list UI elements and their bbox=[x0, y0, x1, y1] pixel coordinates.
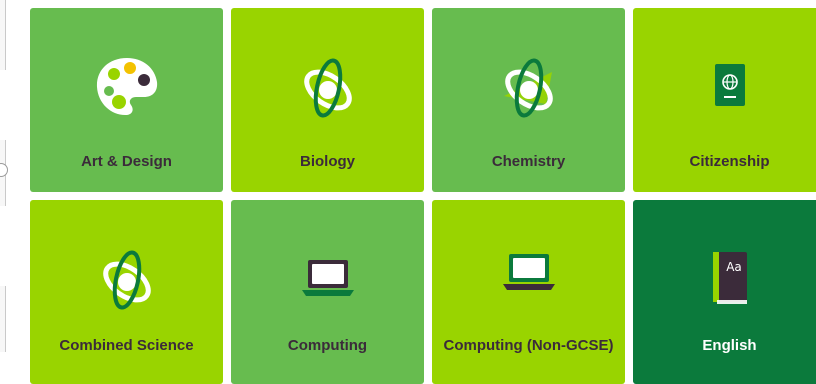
subject-label: English bbox=[702, 337, 757, 354]
book-icon: Aa bbox=[712, 252, 747, 304]
subject-label: Computing (Non-GCSE) bbox=[443, 337, 614, 354]
subject-label: Art & Design bbox=[81, 153, 172, 170]
subject-grid: Art & Design Biology Chemistry Citizensh… bbox=[30, 8, 816, 384]
subject-tile-computing-non-gcse[interactable]: Computing (Non-GCSE) bbox=[432, 200, 625, 384]
laptop-icon bbox=[301, 260, 354, 296]
palette-icon bbox=[96, 58, 157, 116]
subject-tile-combined-science[interactable]: Combined Science bbox=[30, 200, 223, 384]
subject-tile-art-design[interactable]: Art & Design bbox=[30, 8, 223, 192]
partial-field bbox=[0, 286, 6, 352]
partial-field bbox=[0, 0, 6, 70]
subject-tile-computing[interactable]: Computing bbox=[231, 200, 424, 384]
left-partial-panel bbox=[0, 0, 26, 381]
atom-icon bbox=[303, 58, 352, 118]
svg-text:Aa: Aa bbox=[726, 260, 742, 274]
atom-icon bbox=[503, 58, 553, 118]
subject-tile-english[interactable]: Aa English bbox=[633, 200, 816, 384]
laptop-icon bbox=[502, 254, 555, 290]
subject-label: Chemistry bbox=[491, 153, 566, 170]
subject-label: Computing bbox=[287, 337, 368, 354]
passport-icon bbox=[714, 64, 745, 106]
atom-icon bbox=[102, 250, 151, 310]
subject-tile-biology[interactable]: Biology bbox=[231, 8, 424, 192]
partial-radio bbox=[0, 163, 8, 177]
subject-tile-chemistry[interactable]: Chemistry bbox=[432, 8, 625, 192]
subject-tile-citizenship[interactable]: Citizenship bbox=[633, 8, 816, 192]
subject-label: Combined Science bbox=[59, 337, 194, 354]
subject-label: Biology bbox=[300, 153, 355, 170]
subject-label: Citizenship bbox=[689, 153, 770, 170]
